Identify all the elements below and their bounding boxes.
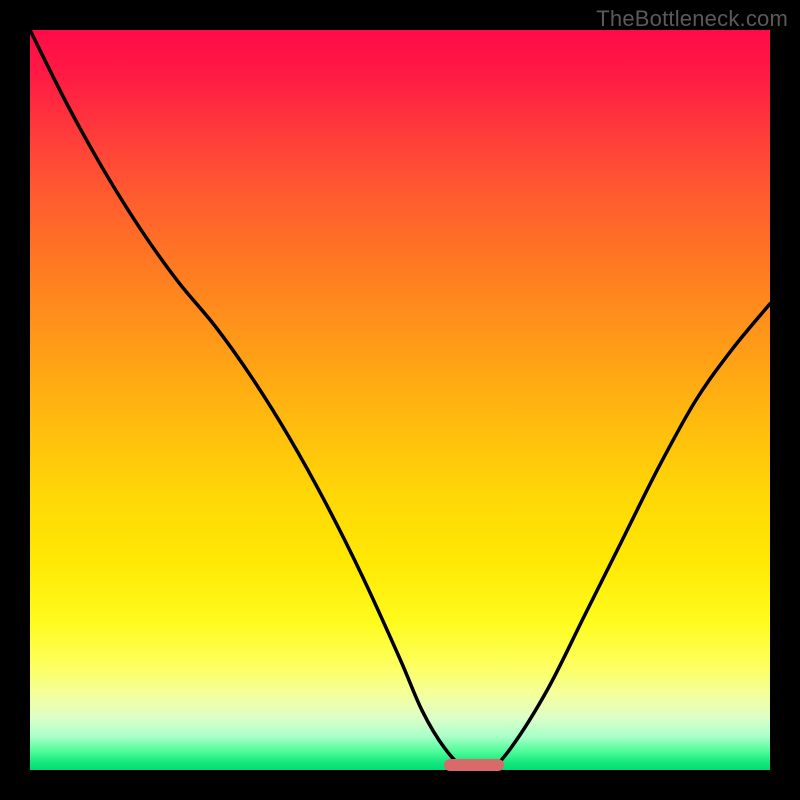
watermark-text: TheBottleneck.com: [596, 6, 788, 32]
optimal-range-marker: [444, 759, 503, 771]
plot-area: [30, 30, 770, 770]
chart-frame: TheBottleneck.com: [0, 0, 800, 800]
bottleneck-curve: [30, 30, 770, 770]
